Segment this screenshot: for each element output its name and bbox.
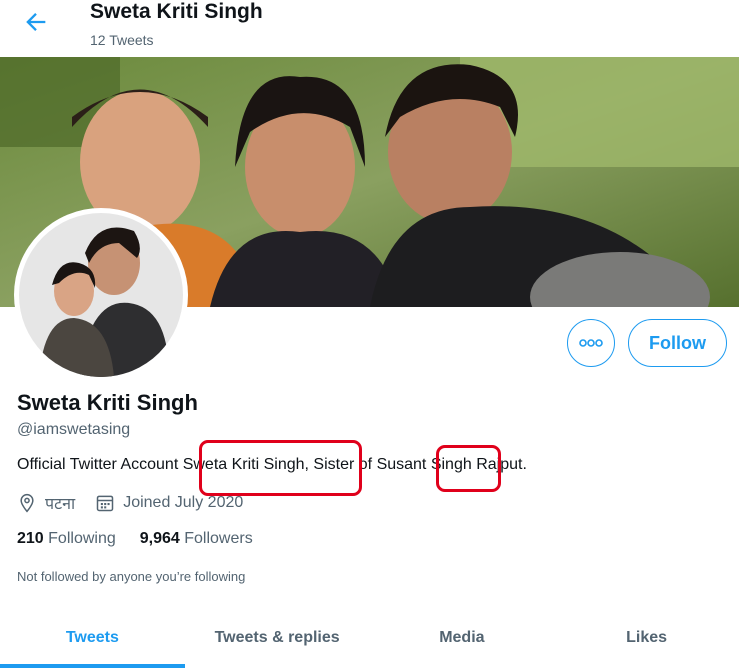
profile-handle: @iamswetasing [17, 421, 131, 438]
annotation-box-name [199, 440, 362, 496]
annotation-box-susant [436, 445, 501, 492]
follow-stats: 210 Following 9,964 Followers [17, 530, 277, 548]
header-tweet-count: 12 Tweets [90, 32, 154, 48]
profile-tabs: Tweets Tweets & replies Media Likes [0, 612, 739, 671]
location-text: पटना [45, 496, 76, 513]
following-count: 210 [17, 530, 44, 547]
profile-header: Sweta Kriti Singh 12 Tweets [0, 0, 739, 57]
followers-label: Followers [184, 530, 253, 547]
more-options-button[interactable] [567, 319, 615, 367]
bio-highlight-name: Susant [376, 456, 427, 473]
joined-text: Joined July 2020 [123, 494, 244, 511]
following-link[interactable]: 210 Following [17, 530, 116, 548]
following-label: Following [48, 530, 116, 547]
back-arrow-icon[interactable] [22, 8, 50, 36]
tab-likes[interactable]: Likes [554, 612, 739, 664]
not-followed-note: Not followed by anyone you’re following [17, 569, 246, 584]
tab-media[interactable]: Media [370, 612, 555, 664]
avatar[interactable] [19, 213, 183, 377]
profile-name: Sweta Kriti Singh [17, 390, 198, 415]
header-title: Sweta Kriti Singh [90, 0, 263, 23]
location-icon [17, 493, 37, 513]
followers-link[interactable]: 9,964 Followers [140, 530, 253, 548]
calendar-icon [95, 493, 115, 513]
followers-count: 9,964 [139, 530, 180, 547]
tab-tweets[interactable]: Tweets [0, 612, 185, 668]
more-icon [579, 339, 603, 347]
follow-button[interactable]: Follow [628, 319, 727, 367]
tab-tweets-replies[interactable]: Tweets & replies [185, 612, 370, 664]
